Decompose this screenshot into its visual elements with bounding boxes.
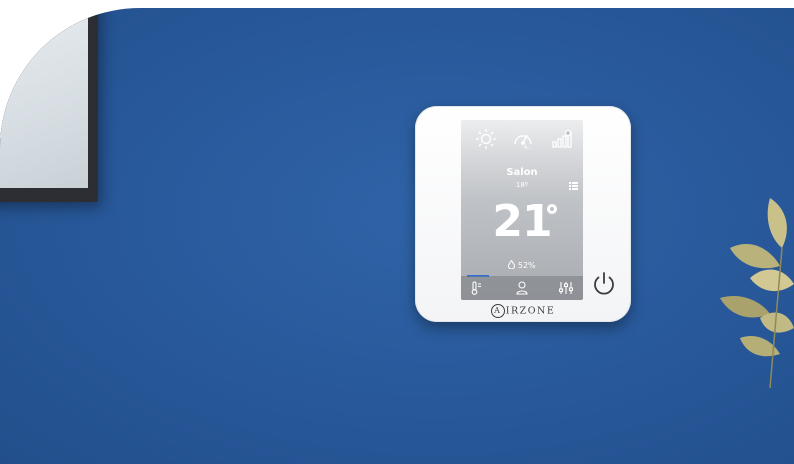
picture-frame bbox=[0, 8, 98, 202]
drop-icon bbox=[508, 259, 518, 270]
current-temperature: 21 bbox=[492, 196, 552, 247]
brand-name: IRZONE bbox=[505, 305, 556, 317]
wall-background bbox=[0, 8, 794, 464]
screen-bottom-bar bbox=[461, 276, 583, 300]
humidity-readout: 52% bbox=[461, 259, 583, 270]
user-icon[interactable] bbox=[516, 281, 528, 295]
setpoint-value: 18º bbox=[515, 181, 529, 189]
degree-symbol bbox=[547, 204, 557, 214]
eco-gauge-icon[interactable]: A... bbox=[512, 128, 534, 150]
power-button[interactable] bbox=[590, 270, 618, 298]
thermometer-icon[interactable] bbox=[471, 281, 483, 295]
humidity-value: 52% bbox=[517, 261, 536, 270]
list-icon[interactable] bbox=[569, 182, 578, 190]
svg-text:A...: A... bbox=[524, 145, 533, 150]
signal-bars-icon[interactable] bbox=[551, 129, 573, 149]
sun-icon[interactable] bbox=[475, 128, 497, 150]
brand-initial: A bbox=[490, 304, 505, 318]
power-icon bbox=[594, 272, 614, 295]
thermostat-screen: A... Salon 18º 21 52% bbox=[461, 120, 583, 300]
thermostat-device: A... Salon 18º 21 52% A IRZONE bbox=[415, 106, 631, 322]
picture-frame-mat bbox=[0, 8, 88, 188]
zone-name: Salon bbox=[506, 167, 538, 178]
brand-logo: A IRZONE bbox=[415, 304, 631, 318]
sliders-icon[interactable] bbox=[559, 281, 573, 295]
plant-leaves bbox=[720, 198, 794, 388]
temperature-display: 21 bbox=[461, 196, 583, 247]
